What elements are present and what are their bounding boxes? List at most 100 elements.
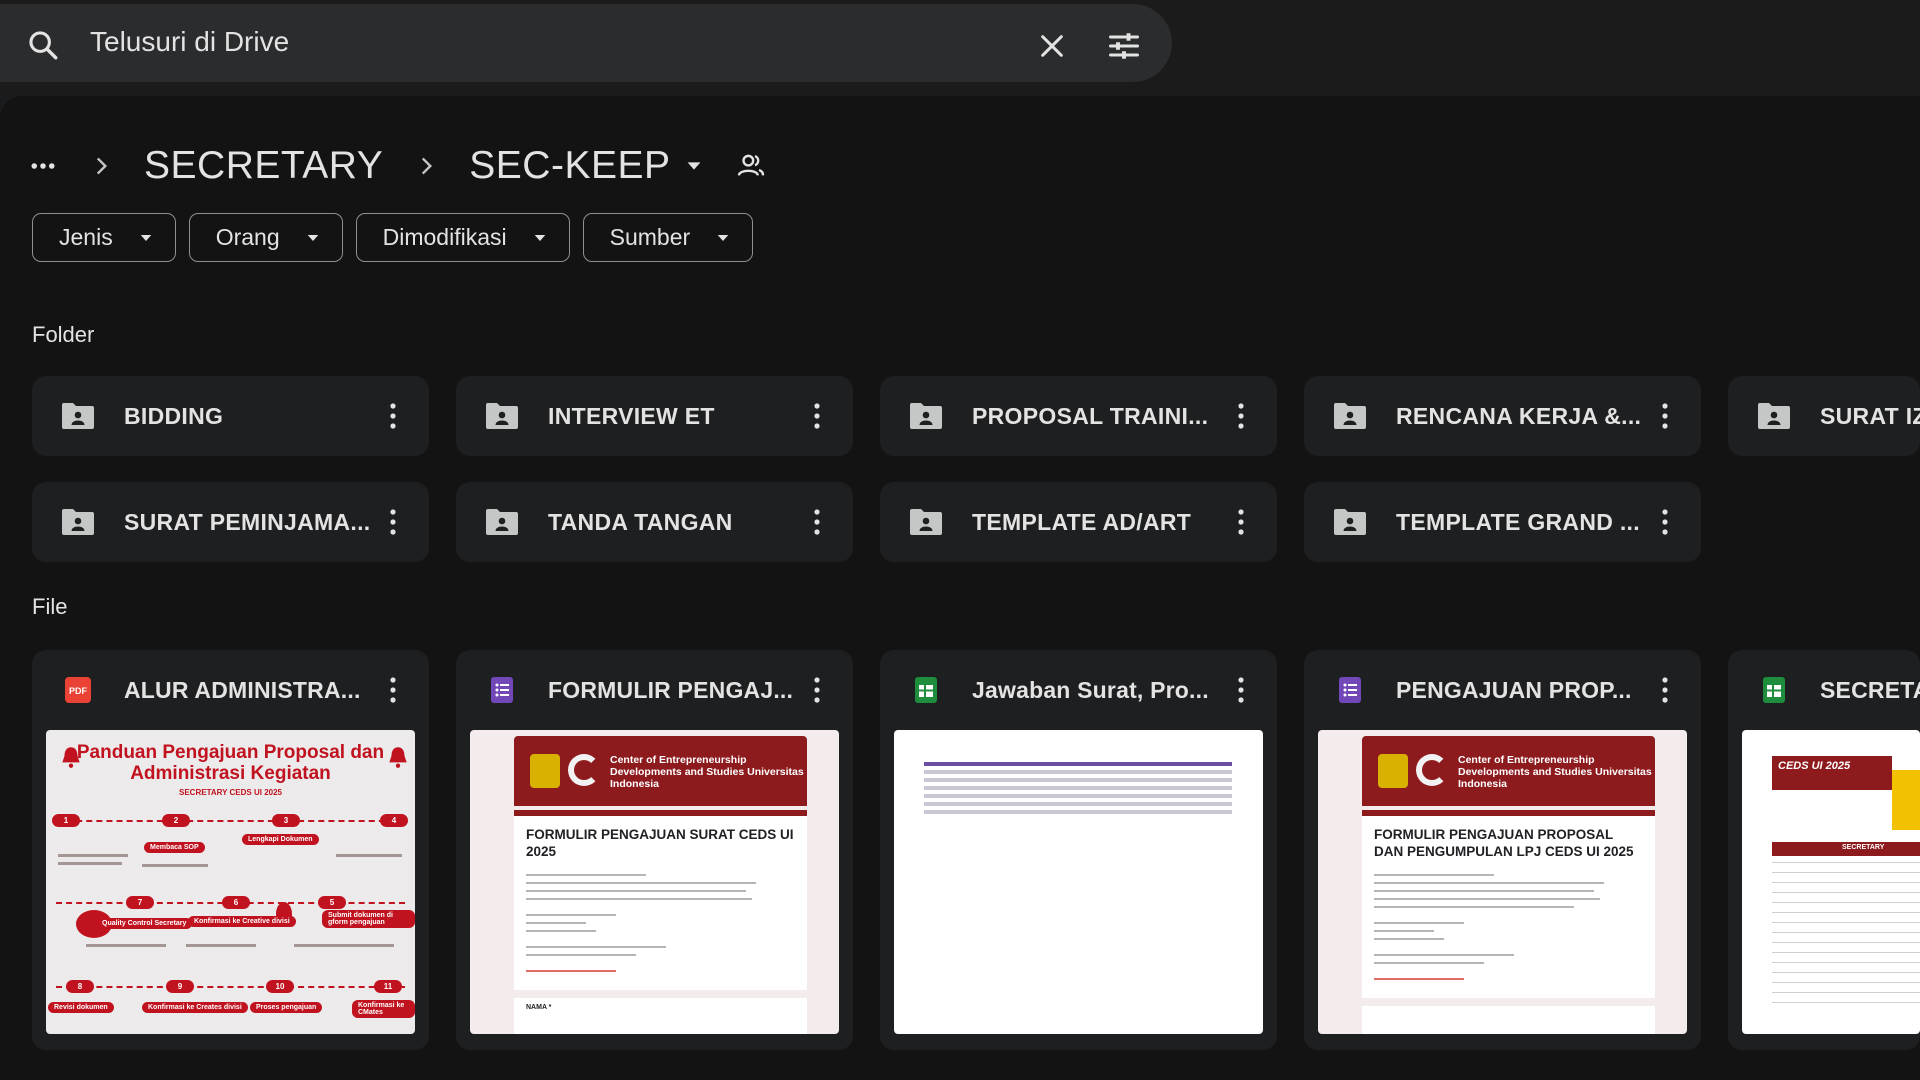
sheet-section-label: SECRETARY	[1842, 844, 1885, 851]
file-card[interactable]: FORMULIR PENGAJ... Center of Entrepreneu…	[456, 650, 853, 1050]
step-text	[86, 944, 166, 947]
folders-section-title: Folder	[32, 322, 95, 347]
more-vert-icon[interactable]	[389, 676, 397, 704]
sheet-row	[924, 794, 1232, 798]
form-text-line	[1374, 962, 1484, 964]
step-label: Proses pengajuan	[250, 1002, 323, 1013]
form-text-line	[1374, 890, 1594, 892]
folder-card[interactable]: TEMPLATE GRAND ...	[1304, 482, 1701, 562]
folder-card[interactable]: TANDA TANGAN	[456, 482, 853, 562]
form-field-label: NAMA *	[526, 1004, 552, 1011]
shared-folder-icon	[1334, 403, 1366, 429]
form-sheet: FORMULIR PENGAJUAN SURAT CEDS UI 2025 NA…	[514, 810, 807, 1034]
more-vert-icon[interactable]	[1661, 402, 1669, 430]
more-vert-icon[interactable]	[813, 676, 821, 704]
shared-folder-icon	[62, 509, 94, 535]
file-card[interactable]: PENGAJUAN PROP... Center of Entrepreneur…	[1304, 650, 1701, 1050]
filter-people[interactable]: Orang	[188, 213, 343, 262]
file-thumbnail: CEDS UI 2025 SECRETARY	[1742, 730, 1920, 1034]
shared-folder-icon	[910, 509, 942, 535]
more-vert-icon[interactable]	[1661, 508, 1669, 536]
folder-name: BIDDING	[124, 403, 224, 429]
file-name: PENGAJUAN PROP...	[1396, 677, 1632, 703]
filter-source[interactable]: Sumber	[582, 213, 754, 262]
caret-down-icon	[687, 162, 700, 170]
pdf-icon: PDF	[65, 677, 91, 703]
caret-down-icon	[717, 234, 729, 241]
folder-name: TANDA TANGAN	[548, 509, 733, 535]
step-label: Quality Control Secretary	[96, 918, 193, 929]
folder-card[interactable]: SURAT IZI	[1728, 376, 1920, 456]
step-label: Membaca SOP	[144, 842, 205, 853]
breadcrumb-current[interactable]: SEC-KEEP	[469, 144, 704, 188]
form-text-line	[526, 898, 752, 900]
form-text-line	[1374, 922, 1464, 924]
more-vert-icon[interactable]	[1237, 676, 1245, 704]
clear-search-icon[interactable]	[1036, 30, 1068, 62]
form-text-line	[526, 914, 616, 916]
more-horizontal-icon[interactable]	[28, 151, 58, 181]
form-text-line	[1374, 954, 1514, 956]
caret-down-icon	[534, 234, 545, 241]
form-text-line	[1374, 906, 1574, 908]
search-icon[interactable]	[26, 28, 60, 62]
folder-card[interactable]: BIDDING	[32, 376, 429, 456]
flow-line	[56, 820, 405, 824]
more-vert-icon[interactable]	[1661, 676, 1669, 704]
form-text-line	[526, 874, 646, 876]
file-card[interactable]: SECRETA CEDS UI 2025 SECRETARY	[1728, 650, 1920, 1050]
sheet-gridline	[1772, 892, 1920, 893]
search-options-icon[interactable]	[1106, 28, 1142, 64]
folder-card[interactable]: SURAT PEMINJAMA...	[32, 482, 429, 562]
shared-people-icon[interactable]	[735, 150, 767, 182]
filter-modified[interactable]: Dimodifikasi	[355, 213, 570, 262]
folder-card[interactable]: RENCANA KERJA &...	[1304, 376, 1701, 456]
form-text-line	[526, 922, 586, 924]
breadcrumb-parent[interactable]: SECRETARY	[144, 144, 383, 188]
sheet-title: CEDS UI 2025	[1778, 760, 1851, 772]
folder-name: SURAT IZI	[1820, 403, 1920, 429]
form-banner: Center of Entrepreneurship Developments …	[514, 736, 807, 806]
form-divider	[514, 990, 807, 998]
spreadsheet-preview	[924, 762, 1232, 816]
sheet-gridline	[1772, 942, 1920, 943]
file-card[interactable]: PDF ALUR ADMINISTRA... Panduan Pengajuan…	[32, 650, 429, 1050]
form-heading: FORMULIR PENGAJUAN PROPOSAL DAN PENGUMPU…	[1374, 827, 1634, 859]
org-name: Center of Entrepreneurship Developments …	[1458, 754, 1652, 790]
folder-card[interactable]: TEMPLATE AD/ART	[880, 482, 1277, 562]
step-number: 10	[266, 980, 294, 993]
folder-name: SURAT PEMINJAMA...	[124, 509, 371, 535]
filter-type[interactable]: Jenis	[32, 213, 176, 262]
search-bar[interactable]: Telusuri di Drive	[0, 4, 1172, 82]
sheet-gridline	[1772, 952, 1920, 953]
sheet-gridline	[1772, 872, 1920, 873]
more-vert-icon[interactable]	[1237, 402, 1245, 430]
sheet-gridline	[1772, 862, 1920, 863]
more-vert-icon[interactable]	[1237, 508, 1245, 536]
file-thumbnail: Center of Entrepreneurship Developments …	[1318, 730, 1687, 1034]
step-number: 2	[162, 814, 190, 827]
sheets-icon	[915, 677, 937, 703]
sheet-gridline	[1772, 1002, 1920, 1003]
step-number: 6	[222, 896, 250, 909]
sheet-gridline	[1772, 982, 1920, 983]
sheet-row	[924, 786, 1232, 790]
form-sheet: FORMULIR PENGAJUAN PROPOSAL DAN PENGUMPU…	[1362, 810, 1655, 1034]
more-vert-icon[interactable]	[389, 402, 397, 430]
sheet-header-row	[924, 762, 1232, 766]
form-text-line	[526, 946, 666, 948]
step-label: Lengkapi Dokumen	[242, 834, 319, 845]
more-vert-icon[interactable]	[813, 508, 821, 536]
folder-card[interactable]: PROPOSAL TRAINI...	[880, 376, 1277, 456]
more-vert-icon[interactable]	[813, 402, 821, 430]
form-text-line	[1374, 938, 1444, 940]
sheet-title-block: CEDS UI 2025	[1772, 756, 1892, 790]
search-input[interactable]: Telusuri di Drive	[90, 26, 289, 58]
more-vert-icon[interactable]	[389, 508, 397, 536]
sheet-row	[924, 770, 1232, 774]
file-card[interactable]: Jawaban Surat, Pro...	[880, 650, 1277, 1050]
form-text-line	[1374, 930, 1434, 932]
shared-folder-icon	[910, 403, 942, 429]
folder-card[interactable]: INTERVIEW ET	[456, 376, 853, 456]
org-name: Center of Entrepreneurship Developments …	[610, 754, 804, 790]
